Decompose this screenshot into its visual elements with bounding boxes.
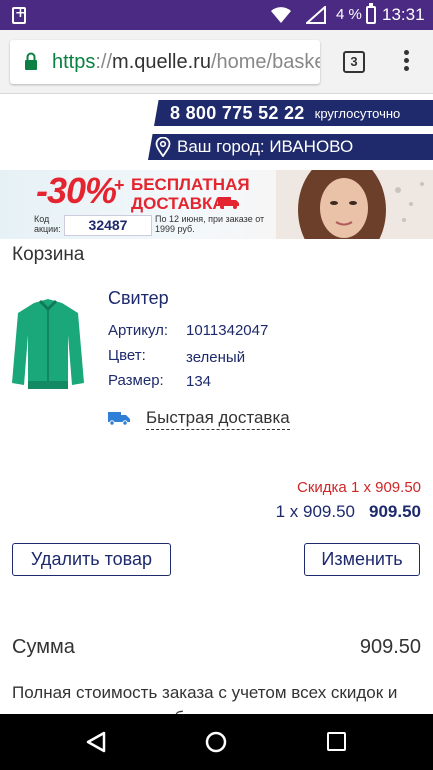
lock-icon — [25, 52, 37, 70]
back-icon[interactable] — [85, 731, 107, 753]
overflow-menu-icon[interactable] — [399, 50, 413, 74]
banner-code-label: Код акции: — [34, 214, 61, 234]
fast-delivery-link[interactable]: Быстрая доставка — [146, 408, 290, 430]
banner-conditions: По 12 июня, при заказе от 1999 руб. — [155, 214, 265, 234]
color-label: Цвет: — [108, 347, 146, 364]
url-scheme: https — [52, 51, 96, 73]
sku-label: Артикул: — [108, 322, 169, 339]
size-label: Размер: — [108, 372, 164, 389]
edit-item-button[interactable]: Изменить — [304, 543, 420, 576]
promo-banner[interactable]: -30% + БЕСПЛАТНАЯ ДОСТАВКА Код акции: 32… — [0, 170, 433, 239]
banner-free-line1: БЕСПЛАТНАЯ — [131, 175, 250, 194]
discount-line: Скидка 1 x 909.50 — [297, 479, 421, 496]
address-bar[interactable]: https://m.quelle.ru/home/basket — [10, 40, 320, 84]
product-image[interactable] — [10, 295, 86, 393]
battery-percent: 4 % — [336, 6, 362, 23]
banner-promo-code: 32487 — [64, 215, 152, 236]
product-name[interactable]: Свитер — [108, 288, 169, 309]
home-icon[interactable] — [205, 731, 227, 753]
banner-discount: -30% — [36, 170, 117, 211]
tab-switcher-button[interactable]: 3 — [343, 51, 365, 73]
location-pin-icon — [155, 137, 171, 157]
battery-icon — [366, 3, 376, 24]
size-value: 134 — [186, 373, 212, 390]
banner-free-line2: ДОСТАВКА — [131, 194, 225, 213]
page-title: Корзина — [12, 244, 85, 265]
sku-value: 1011342047 — [186, 322, 269, 339]
clock: 13:31 — [382, 5, 425, 24]
battery-saver-icon — [12, 6, 26, 24]
signal-icon — [306, 6, 326, 24]
url-text: https://m.quelle.ru/home/basket — [52, 51, 320, 74]
browser-toolbar: https://m.quelle.ru/home/basket 3 — [0, 30, 433, 94]
price-line: 1 x 909.50 909.50 — [276, 502, 421, 522]
url-path: /home/basket — [210, 51, 320, 73]
url-host: m.quelle.ru — [112, 51, 211, 73]
banner-model-photo — [276, 170, 433, 239]
delete-item-button[interactable]: Удалить товар — [12, 543, 171, 576]
status-bar: 4 % 13:31 — [0, 0, 433, 30]
color-value: зеленый — [186, 349, 246, 366]
wifi-icon — [271, 7, 291, 23]
url-separator: :// — [95, 51, 113, 73]
delivery-truck-icon — [108, 412, 130, 426]
sum-value: 909.50 — [359, 636, 421, 658]
qty-price: 1 x 909.50 — [275, 502, 355, 521]
recent-apps-icon[interactable] — [327, 732, 346, 751]
banner-truck-icon — [218, 197, 239, 209]
phone-number[interactable]: 8 800 775 52 22 — [170, 103, 305, 124]
system-nav-bar — [0, 714, 433, 770]
phone-hours: круглосуточно — [314, 105, 401, 121]
item-total: 909.50 — [369, 502, 421, 521]
banner-plus: + — [114, 175, 125, 195]
phone-bar: 8 800 775 52 22 круглосуточно — [170, 100, 433, 126]
city-label: Ваш город: ИВАНОВО — [177, 137, 354, 156]
city-selector[interactable]: Ваш город: ИВАНОВО — [155, 134, 433, 160]
sum-label: Сумма — [12, 636, 75, 658]
